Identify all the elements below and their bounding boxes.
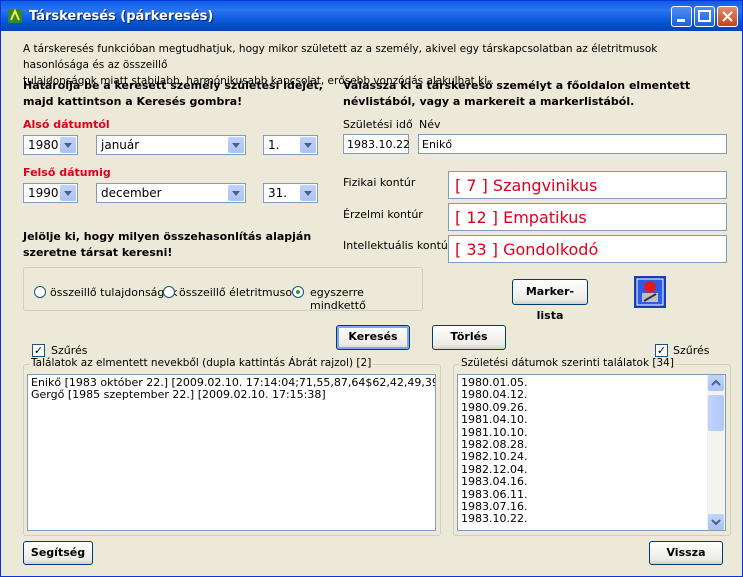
marker-list-button[interactable]: Marker-lista — [512, 279, 588, 322]
person-select-heading: Válassza ki a társkereső személyt a főol… — [343, 78, 690, 110]
comparison-heading: Jelölje ki, hogy milyen összehasonlítás … — [23, 229, 311, 261]
chevron-down-icon — [228, 137, 244, 153]
to-date-label: Felső dátumig — [23, 166, 111, 179]
list-item[interactable]: 1983.10.22. — [461, 513, 722, 526]
to-day-value: 31. — [268, 186, 288, 200]
date-range-heading: Határolja be a keresett személy születés… — [23, 78, 323, 110]
chevron-down-icon — [300, 185, 316, 201]
birth-date-label: Születési idő — [343, 118, 413, 131]
back-button[interactable]: Vissza — [649, 541, 723, 565]
date-results-title: Születési dátumok szerinti találatok [34… — [459, 357, 676, 369]
from-date-label: Alsó dátumtól — [23, 118, 110, 131]
title-bar: Társkeresés (párkeresés) — [1, 1, 742, 31]
list-item[interactable]: 1981.04.10. — [461, 413, 722, 426]
saved-results-title: Találatok az elmentett nevekből (dupla k… — [29, 357, 374, 369]
chevron-down-icon — [228, 185, 244, 201]
chevron-down-icon — [60, 137, 76, 153]
date-filter-label: Szűrés — [673, 344, 710, 357]
emotional-contour-label: Érzelmi kontúr — [343, 208, 423, 221]
to-year-value: 1990 — [28, 186, 59, 200]
radio-properties-label: összeillő tulajdonságok — [50, 286, 178, 299]
saved-results-list[interactable]: Enikő [1983 október 22.] [2009.02.10. 17… — [27, 374, 436, 531]
list-item[interactable]: 1983.04.16. — [461, 475, 722, 488]
chevron-down-icon — [60, 185, 76, 201]
from-month-value: január — [101, 138, 140, 152]
person-select-heading-line-1: Válassza ki a társkereső személyt a főol… — [343, 79, 691, 92]
from-year-value: 1980 — [28, 138, 59, 152]
help-button[interactable]: Segítség — [23, 541, 93, 565]
date-results-scrollbar[interactable] — [707, 375, 725, 530]
clear-button[interactable]: Törlés — [432, 325, 506, 350]
scroll-down-button[interactable] — [708, 514, 724, 530]
name-label: Név — [419, 118, 441, 131]
chevron-up-icon — [711, 379, 721, 386]
comparison-radio-group: összeillő tulajdonságok összeillő életri… — [23, 267, 423, 312]
app-window: Társkeresés (párkeresés) A társkeresés f… — [0, 0, 743, 577]
date-range-heading-line-2: majd kattintson a Keresés gombra! — [23, 95, 243, 108]
maximize-icon — [698, 10, 711, 22]
minimize-icon — [677, 19, 685, 22]
chart-draw-icon[interactable] — [634, 276, 666, 308]
emotional-contour-field[interactable]: [ 12 ] Empatikus — [448, 203, 727, 231]
saved-filter-label: Szűrés — [51, 344, 88, 357]
comparison-heading-line-2: szeretne társat keresni! — [23, 246, 173, 259]
list-item[interactable]: 1980.04.12. — [461, 388, 722, 401]
physical-contour-field[interactable]: [ 7 ] Szangvinikus — [448, 171, 727, 199]
minimize-button[interactable] — [671, 6, 692, 27]
person-select-heading-line-2: névlistából, vagy a markereit a markerli… — [343, 95, 635, 108]
chevron-down-icon — [711, 519, 721, 526]
from-day-value: 1. — [268, 138, 280, 152]
intellectual-contour-label: Intellektuális kontúr — [343, 239, 453, 252]
chevron-down-icon — [300, 137, 316, 153]
intellectual-contour-field[interactable]: [ 33 ] Gondolkodó — [448, 235, 727, 263]
radio-rhythms[interactable] — [163, 286, 175, 298]
list-item[interactable]: Gergő [1985 szeptember 22.] [2009.02.10.… — [31, 388, 432, 401]
from-day-select[interactable]: 1. — [263, 135, 318, 155]
to-month-select[interactable]: december — [96, 183, 246, 203]
physical-contour-label: Fizikai kontúr — [343, 176, 416, 189]
close-button[interactable] — [717, 6, 738, 27]
date-range-heading-line-1: Határolja be a keresett személy születés… — [23, 79, 323, 92]
search-button[interactable]: Keresés — [336, 325, 410, 350]
window-title: Társkeresés (párkeresés) — [29, 9, 214, 24]
date-filter-checkbox[interactable]: ✓ — [655, 344, 668, 357]
intro-line-1: A társkeresés funkcióban megtudhatjuk, h… — [23, 43, 658, 71]
date-results-list[interactable]: 1980.01.05. 1980.04.12. 1980.09.26. 1981.04… — [457, 374, 726, 531]
to-year-select[interactable]: 1990 — [23, 183, 78, 203]
name-field[interactable]: Enikő — [418, 134, 727, 154]
birth-date-field[interactable]: 1983.10.22 — [343, 134, 410, 154]
radio-rhythms-label: összeillő életritmusok — [179, 286, 299, 299]
to-day-select[interactable]: 31. — [263, 183, 318, 203]
saved-filter-checkbox[interactable]: ✓ — [32, 344, 45, 357]
radio-both[interactable] — [292, 286, 304, 298]
app-icon — [8, 8, 22, 23]
maximize-button[interactable] — [694, 6, 715, 27]
close-icon — [722, 11, 733, 22]
scroll-up-button[interactable] — [708, 375, 724, 391]
radio-both-label: egyszerre mindkettő — [310, 286, 366, 312]
to-month-value: december — [101, 186, 162, 200]
from-year-select[interactable]: 1980 — [23, 135, 78, 155]
comparison-heading-line-1: Jelölje ki, hogy milyen összehasonlítás … — [23, 230, 312, 243]
scroll-thumb[interactable] — [708, 395, 724, 431]
list-item[interactable]: 1982.10.24. — [461, 451, 722, 464]
from-month-select[interactable]: január — [96, 135, 246, 155]
radio-properties[interactable] — [34, 286, 46, 298]
